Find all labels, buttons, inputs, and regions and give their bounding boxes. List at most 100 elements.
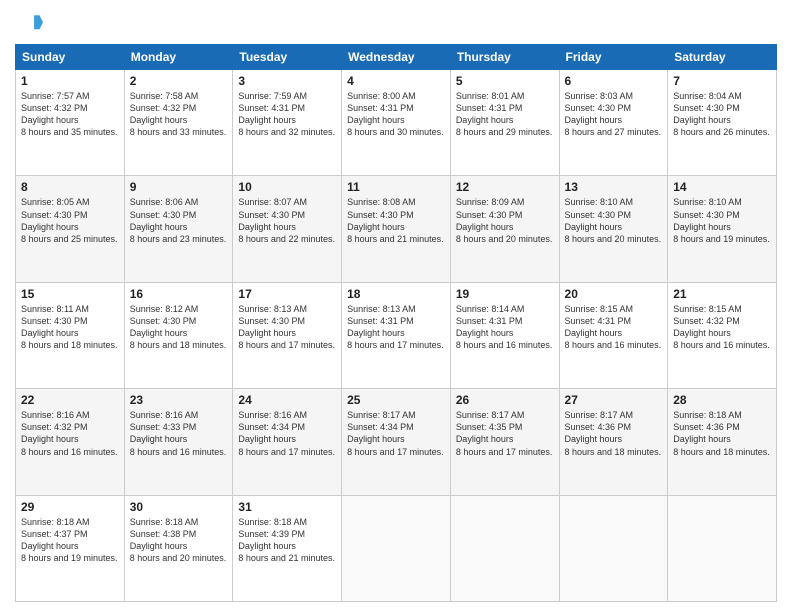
day-cell: 13 Sunrise: 8:10 AMSunset: 4:30 PMDaylig…	[559, 176, 668, 282]
week-row-3: 15 Sunrise: 8:11 AMSunset: 4:30 PMDaylig…	[16, 282, 777, 388]
day-cell: 9 Sunrise: 8:06 AMSunset: 4:30 PMDayligh…	[124, 176, 233, 282]
day-info: Sunrise: 8:14 AMSunset: 4:31 PMDaylight …	[456, 303, 554, 352]
day-info: Sunrise: 8:17 AMSunset: 4:35 PMDaylight …	[456, 409, 554, 458]
weekday-wednesday: Wednesday	[342, 45, 451, 70]
weekday-friday: Friday	[559, 45, 668, 70]
day-cell: 11 Sunrise: 8:08 AMSunset: 4:30 PMDaylig…	[342, 176, 451, 282]
week-row-2: 8 Sunrise: 8:05 AMSunset: 4:30 PMDayligh…	[16, 176, 777, 282]
day-cell: 25 Sunrise: 8:17 AMSunset: 4:34 PMDaylig…	[342, 389, 451, 495]
day-number: 2	[130, 74, 228, 88]
day-cell: 26 Sunrise: 8:17 AMSunset: 4:35 PMDaylig…	[450, 389, 559, 495]
day-info: Sunrise: 8:16 AMSunset: 4:32 PMDaylight …	[21, 409, 119, 458]
day-number: 23	[130, 393, 228, 407]
day-number: 5	[456, 74, 554, 88]
day-info: Sunrise: 8:18 AMSunset: 4:36 PMDaylight …	[673, 409, 771, 458]
day-cell: 29 Sunrise: 8:18 AMSunset: 4:37 PMDaylig…	[16, 495, 125, 601]
day-info: Sunrise: 7:57 AMSunset: 4:32 PMDaylight …	[21, 90, 119, 139]
day-number: 12	[456, 180, 554, 194]
day-info: Sunrise: 8:10 AMSunset: 4:30 PMDaylight …	[565, 196, 663, 245]
day-number: 15	[21, 287, 119, 301]
day-info: Sunrise: 8:15 AMSunset: 4:32 PMDaylight …	[673, 303, 771, 352]
day-cell: 24 Sunrise: 8:16 AMSunset: 4:34 PMDaylig…	[233, 389, 342, 495]
day-cell	[342, 495, 451, 601]
day-info: Sunrise: 8:13 AMSunset: 4:31 PMDaylight …	[347, 303, 445, 352]
day-cell: 14 Sunrise: 8:10 AMSunset: 4:30 PMDaylig…	[668, 176, 777, 282]
day-number: 29	[21, 500, 119, 514]
day-info: Sunrise: 8:12 AMSunset: 4:30 PMDaylight …	[130, 303, 228, 352]
day-info: Sunrise: 8:10 AMSunset: 4:30 PMDaylight …	[673, 196, 771, 245]
day-cell: 3 Sunrise: 7:59 AMSunset: 4:31 PMDayligh…	[233, 70, 342, 176]
day-info: Sunrise: 8:18 AMSunset: 4:37 PMDaylight …	[21, 516, 119, 565]
day-number: 4	[347, 74, 445, 88]
day-info: Sunrise: 7:58 AMSunset: 4:32 PMDaylight …	[130, 90, 228, 139]
day-info: Sunrise: 8:17 AMSunset: 4:36 PMDaylight …	[565, 409, 663, 458]
day-cell: 17 Sunrise: 8:13 AMSunset: 4:30 PMDaylig…	[233, 282, 342, 388]
day-info: Sunrise: 8:05 AMSunset: 4:30 PMDaylight …	[21, 196, 119, 245]
logo	[15, 10, 47, 38]
day-number: 18	[347, 287, 445, 301]
day-cell: 23 Sunrise: 8:16 AMSunset: 4:33 PMDaylig…	[124, 389, 233, 495]
day-info: Sunrise: 8:04 AMSunset: 4:30 PMDaylight …	[673, 90, 771, 139]
day-cell: 6 Sunrise: 8:03 AMSunset: 4:30 PMDayligh…	[559, 70, 668, 176]
day-cell: 27 Sunrise: 8:17 AMSunset: 4:36 PMDaylig…	[559, 389, 668, 495]
day-number: 26	[456, 393, 554, 407]
day-info: Sunrise: 8:01 AMSunset: 4:31 PMDaylight …	[456, 90, 554, 139]
weekday-saturday: Saturday	[668, 45, 777, 70]
day-number: 28	[673, 393, 771, 407]
day-number: 31	[238, 500, 336, 514]
day-number: 20	[565, 287, 663, 301]
day-info: Sunrise: 8:11 AMSunset: 4:30 PMDaylight …	[21, 303, 119, 352]
weekday-monday: Monday	[124, 45, 233, 70]
day-cell: 28 Sunrise: 8:18 AMSunset: 4:36 PMDaylig…	[668, 389, 777, 495]
weekday-header-row: SundayMondayTuesdayWednesdayThursdayFrid…	[16, 45, 777, 70]
day-number: 24	[238, 393, 336, 407]
day-cell: 2 Sunrise: 7:58 AMSunset: 4:32 PMDayligh…	[124, 70, 233, 176]
day-info: Sunrise: 8:16 AMSunset: 4:33 PMDaylight …	[130, 409, 228, 458]
day-number: 10	[238, 180, 336, 194]
day-info: Sunrise: 8:09 AMSunset: 4:30 PMDaylight …	[456, 196, 554, 245]
day-info: Sunrise: 8:15 AMSunset: 4:31 PMDaylight …	[565, 303, 663, 352]
day-number: 6	[565, 74, 663, 88]
day-number: 21	[673, 287, 771, 301]
day-number: 1	[21, 74, 119, 88]
day-info: Sunrise: 8:00 AMSunset: 4:31 PMDaylight …	[347, 90, 445, 139]
day-cell: 31 Sunrise: 8:18 AMSunset: 4:39 PMDaylig…	[233, 495, 342, 601]
weekday-sunday: Sunday	[16, 45, 125, 70]
day-info: Sunrise: 8:03 AMSunset: 4:30 PMDaylight …	[565, 90, 663, 139]
day-info: Sunrise: 8:16 AMSunset: 4:34 PMDaylight …	[238, 409, 336, 458]
logo-icon	[15, 10, 43, 38]
header	[15, 10, 777, 38]
day-info: Sunrise: 8:06 AMSunset: 4:30 PMDaylight …	[130, 196, 228, 245]
day-number: 7	[673, 74, 771, 88]
day-cell: 12 Sunrise: 8:09 AMSunset: 4:30 PMDaylig…	[450, 176, 559, 282]
week-row-4: 22 Sunrise: 8:16 AMSunset: 4:32 PMDaylig…	[16, 389, 777, 495]
day-cell: 30 Sunrise: 8:18 AMSunset: 4:38 PMDaylig…	[124, 495, 233, 601]
day-cell: 20 Sunrise: 8:15 AMSunset: 4:31 PMDaylig…	[559, 282, 668, 388]
day-cell: 22 Sunrise: 8:16 AMSunset: 4:32 PMDaylig…	[16, 389, 125, 495]
page: SundayMondayTuesdayWednesdayThursdayFrid…	[0, 0, 792, 612]
day-info: Sunrise: 8:13 AMSunset: 4:30 PMDaylight …	[238, 303, 336, 352]
day-info: Sunrise: 8:07 AMSunset: 4:30 PMDaylight …	[238, 196, 336, 245]
day-number: 8	[21, 180, 119, 194]
weekday-thursday: Thursday	[450, 45, 559, 70]
day-cell: 8 Sunrise: 8:05 AMSunset: 4:30 PMDayligh…	[16, 176, 125, 282]
week-row-1: 1 Sunrise: 7:57 AMSunset: 4:32 PMDayligh…	[16, 70, 777, 176]
day-cell: 7 Sunrise: 8:04 AMSunset: 4:30 PMDayligh…	[668, 70, 777, 176]
day-cell: 15 Sunrise: 8:11 AMSunset: 4:30 PMDaylig…	[16, 282, 125, 388]
day-cell	[450, 495, 559, 601]
day-cell	[559, 495, 668, 601]
day-number: 14	[673, 180, 771, 194]
day-number: 3	[238, 74, 336, 88]
day-number: 19	[456, 287, 554, 301]
day-cell: 21 Sunrise: 8:15 AMSunset: 4:32 PMDaylig…	[668, 282, 777, 388]
day-number: 13	[565, 180, 663, 194]
day-info: Sunrise: 8:08 AMSunset: 4:30 PMDaylight …	[347, 196, 445, 245]
day-cell: 19 Sunrise: 8:14 AMSunset: 4:31 PMDaylig…	[450, 282, 559, 388]
day-info: Sunrise: 8:17 AMSunset: 4:34 PMDaylight …	[347, 409, 445, 458]
calendar-table: SundayMondayTuesdayWednesdayThursdayFrid…	[15, 44, 777, 602]
week-row-5: 29 Sunrise: 8:18 AMSunset: 4:37 PMDaylig…	[16, 495, 777, 601]
day-cell	[668, 495, 777, 601]
day-number: 25	[347, 393, 445, 407]
day-number: 17	[238, 287, 336, 301]
day-info: Sunrise: 8:18 AMSunset: 4:39 PMDaylight …	[238, 516, 336, 565]
